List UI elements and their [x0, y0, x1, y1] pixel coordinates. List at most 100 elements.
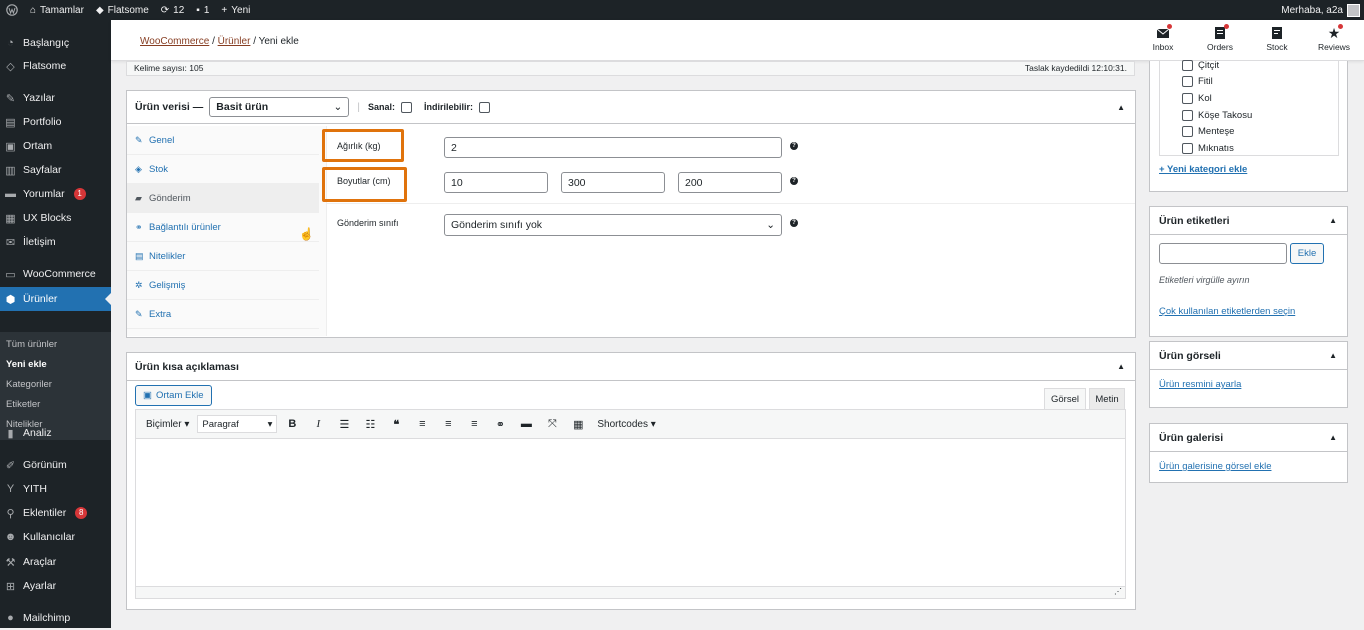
align-center-icon[interactable]: ≡: [437, 413, 459, 435]
length-input[interactable]: 10: [444, 172, 548, 193]
bullet-list-icon[interactable]: ☰: [333, 413, 355, 435]
add-new-category-link[interactable]: + Yeni kategori ekle: [1159, 164, 1247, 175]
home-icon: ⌂: [30, 4, 37, 16]
pin-icon: ✎: [5, 92, 16, 105]
wordpress-logo-icon[interactable]: [0, 0, 24, 20]
help-icon[interactable]: ?: [790, 177, 798, 185]
collapse-icon[interactable]: ▲: [1117, 103, 1125, 112]
numbered-list-icon[interactable]: ☷: [359, 413, 381, 435]
tab-visual[interactable]: Görsel: [1044, 388, 1086, 409]
product-type-select[interactable]: Basit ürün ⌄: [209, 97, 350, 117]
updates-link[interactable]: ⟳ 12: [155, 0, 191, 20]
my-account[interactable]: Merhaba, a2a: [1281, 0, 1360, 20]
add-tag-button[interactable]: Ekle: [1290, 243, 1324, 264]
menu-item-dashboard[interactable]: ◔ Başlangıç: [0, 31, 111, 55]
breadcrumb-products[interactable]: Ürünler: [218, 36, 251, 47]
set-product-image-link[interactable]: Ürün resmini ayarla: [1159, 379, 1241, 390]
italic-icon[interactable]: I: [307, 413, 329, 435]
blocks-icon: ▦: [5, 212, 16, 225]
menu-item-mailchimp[interactable]: ● Mailchimp: [0, 606, 111, 630]
editor-content-area[interactable]: [136, 440, 1125, 586]
menu-item-tools[interactable]: ⚒ Araçlar: [0, 550, 111, 574]
menu-item-comments[interactable]: ▬ Yorumlar 1: [0, 182, 111, 206]
menu-item-products[interactable]: ⬢ Ürünler: [0, 287, 111, 311]
tab-inventory[interactable]: ◈ Stok: [127, 155, 319, 184]
formats-dropdown[interactable]: Biçimler ▾: [142, 419, 193, 430]
collapse-icon[interactable]: ▲: [1329, 216, 1337, 225]
collapse-icon[interactable]: ▲: [1117, 362, 1125, 371]
align-right-icon[interactable]: ≡: [463, 413, 485, 435]
submenu-categories[interactable]: Kategoriler: [6, 379, 52, 390]
tab-linked-products[interactable]: ⚭ Bağlantılı ürünler: [127, 213, 319, 242]
toolbar-toggle-icon[interactable]: ▦: [567, 413, 589, 435]
submenu-tags[interactable]: Etiketler: [6, 399, 40, 410]
read-more-icon[interactable]: ▬: [515, 413, 537, 435]
shortcodes-dropdown[interactable]: Shortcodes ▾: [593, 419, 659, 430]
product-image-header: Ürün görseli ▲: [1150, 342, 1347, 370]
help-icon[interactable]: ?: [790, 142, 798, 150]
tab-extra[interactable]: ✎ Extra: [127, 300, 319, 329]
menu-item-portfolio[interactable]: ▤ Portfolio: [0, 110, 111, 134]
category-item[interactable]: Köşe Takosu: [1182, 110, 1252, 121]
submenu-add-new[interactable]: Yeni ekle: [6, 359, 47, 370]
resize-handle-icon[interactable]: ⋰: [136, 586, 1125, 598]
menu-item-ux-blocks[interactable]: ▦ UX Blocks: [0, 206, 111, 230]
blockquote-icon[interactable]: ❝: [385, 413, 407, 435]
menu-item-analytics[interactable]: ▮ Analiz: [0, 421, 111, 445]
menu-item-contact[interactable]: ✉ İletişim: [0, 230, 111, 254]
breadcrumb-woocommerce[interactable]: WooCommerce: [140, 36, 209, 47]
weight-input[interactable]: 2: [444, 137, 782, 158]
paragraph-select[interactable]: Paragraf ▾: [197, 415, 278, 433]
link-icon[interactable]: ⚭: [489, 413, 511, 435]
menu-item-posts[interactable]: ✎ Yazılar: [0, 86, 111, 110]
category-item[interactable]: Kol: [1182, 93, 1212, 104]
height-input[interactable]: 200: [678, 172, 782, 193]
theme-link[interactable]: ◆ Flatsome: [90, 0, 155, 20]
new-content-link[interactable]: + Yeni: [215, 0, 256, 20]
menu-item-appearance[interactable]: ✐ Görünüm: [0, 453, 111, 477]
menu-item-plugins[interactable]: ⚲ Eklentiler 8: [0, 501, 111, 525]
menu-item-settings[interactable]: ⊞ Ayarlar: [0, 574, 111, 598]
collapse-icon[interactable]: ▲: [1329, 351, 1337, 360]
tab-advanced[interactable]: ✲ Gelişmiş: [127, 271, 319, 300]
menu-item-media[interactable]: ▣ Ortam: [0, 134, 111, 158]
menu-item-pages[interactable]: ▥ Sayfalar: [0, 158, 111, 182]
bold-icon[interactable]: B: [281, 413, 303, 435]
category-item[interactable]: Mıknatıs: [1182, 143, 1234, 154]
tag-input[interactable]: [1159, 243, 1287, 264]
menu-item-flatsome[interactable]: ◇ Flatsome: [0, 54, 111, 78]
submenu-all-products[interactable]: Tüm ürünler: [6, 339, 57, 350]
site-name-link[interactable]: ⌂ Tamamlar: [24, 0, 90, 20]
stock-button[interactable]: Stock: [1254, 26, 1300, 52]
tab-general[interactable]: ✎ Genel: [127, 126, 319, 155]
woo-icon: ▭: [5, 268, 16, 281]
align-left-icon[interactable]: ≡: [411, 413, 433, 435]
fullscreen-icon[interactable]: ⤧: [541, 413, 563, 435]
choose-tags-link[interactable]: Çok kullanılan etiketlerden seçin: [1159, 306, 1295, 317]
editor-frame: Biçimler ▾ Paragraf ▾ B I ☰ ☷ ❝ ≡ ≡ ≡ ⚭ ▬…: [135, 409, 1126, 599]
add-gallery-images-link[interactable]: Ürün galerisine görsel ekle: [1159, 461, 1271, 472]
category-item[interactable]: Fitil: [1182, 76, 1213, 87]
help-icon[interactable]: ?: [790, 219, 798, 227]
shipping-class-select[interactable]: Gönderim sınıfı yok ⌄: [444, 214, 782, 236]
tab-shipping[interactable]: ▰ Gönderim: [127, 184, 319, 213]
add-media-button[interactable]: ▣ Ortam Ekle: [135, 385, 212, 406]
category-item[interactable]: Çitçit: [1182, 60, 1219, 71]
downloadable-checkbox[interactable]: [479, 101, 491, 113]
tab-text[interactable]: Metin: [1089, 388, 1125, 409]
category-item[interactable]: Menteşe: [1182, 126, 1234, 137]
width-input[interactable]: 300: [561, 172, 665, 193]
menu-item-users[interactable]: ☻ Kullanıcılar: [0, 525, 111, 549]
comments-link[interactable]: ▪ 1: [190, 0, 215, 20]
inbox-button[interactable]: Inbox: [1140, 24, 1186, 52]
menu-item-yith[interactable]: Y YITH: [0, 477, 111, 501]
tab-attributes[interactable]: ▤ Nitelikler: [127, 242, 319, 271]
orders-button[interactable]: Orders: [1197, 24, 1243, 52]
reviews-button[interactable]: ★ Reviews: [1311, 24, 1357, 52]
product-tags-box: Ürün etiketleri ▲ Ekle Etiketleri virgül…: [1149, 206, 1348, 337]
product-gallery-box: Ürün galerisi ▲ Ürün galerisine görsel e…: [1149, 423, 1348, 483]
menu-item-woocommerce[interactable]: ▭ WooCommerce: [0, 262, 111, 286]
virtual-checkbox[interactable]: [401, 101, 413, 113]
mail-icon: ✉: [5, 236, 16, 249]
collapse-icon[interactable]: ▲: [1329, 433, 1337, 442]
